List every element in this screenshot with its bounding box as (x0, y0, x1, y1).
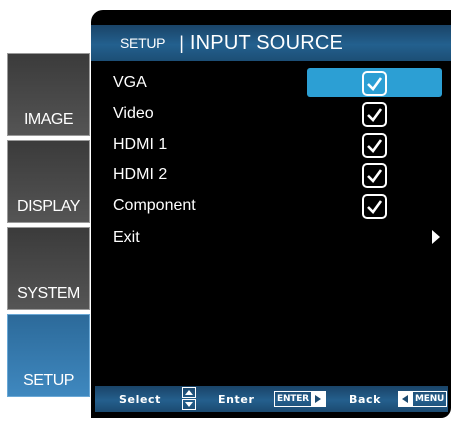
enter-key-badge: ENTER (274, 391, 326, 407)
up-down-arrows-icon (182, 387, 196, 410)
video-checkbox[interactable] (362, 102, 387, 127)
arrow-right-icon[interactable] (432, 230, 440, 244)
option-component[interactable]: Component (113, 197, 196, 215)
tab-setup-label: SETUP (23, 372, 74, 389)
tab-image-label: IMAGE (23, 111, 74, 128)
page-title: INPUT SOURCE (189, 31, 344, 54)
play-arrow-icon (310, 392, 325, 406)
component-checkbox[interactable] (362, 194, 387, 219)
sidebar: IMAGE DISPLAY SYSTEM SETUP (7, 53, 90, 397)
enter-key-text: ENTER (277, 394, 309, 404)
back-label: Back (349, 393, 382, 406)
option-exit[interactable]: Exit (113, 229, 140, 247)
tab-system-label: SYSTEM (17, 285, 80, 302)
menu-key-badge: MENU (398, 391, 448, 407)
header-separator: | (179, 32, 184, 53)
tab-display-label: DISPLAY (17, 198, 80, 215)
vga-checkbox[interactable] (362, 71, 387, 96)
tab-system[interactable]: SYSTEM (7, 227, 90, 310)
select-label: Select (119, 393, 161, 406)
option-hdmi-2[interactable]: HDMI 2 (113, 166, 167, 184)
checkmark-icon (367, 139, 383, 153)
option-vga[interactable]: VGA (113, 74, 147, 92)
tab-image[interactable]: IMAGE (7, 53, 90, 136)
menu-header: SETUP | INPUT SOURCE (91, 25, 451, 61)
back-arrow-icon (399, 392, 413, 406)
checkmark-icon (367, 77, 383, 91)
menu-key-text: MENU (415, 394, 445, 404)
checkmark-icon (367, 200, 383, 214)
hdmi-1-checkbox[interactable] (362, 133, 387, 158)
option-hdmi-1[interactable]: HDMI 1 (113, 136, 167, 154)
tab-setup[interactable]: SETUP (7, 314, 90, 397)
tab-display[interactable]: DISPLAY (7, 140, 90, 223)
checkmark-icon (367, 108, 383, 122)
footer-bar: Select Enter ENTER Back MENU (95, 386, 448, 412)
checkmark-icon (367, 169, 383, 183)
header-section: SETUP (120, 35, 166, 51)
enter-label: Enter (218, 393, 255, 406)
option-video[interactable]: Video (113, 105, 154, 123)
hdmi-2-checkbox[interactable] (362, 163, 387, 188)
